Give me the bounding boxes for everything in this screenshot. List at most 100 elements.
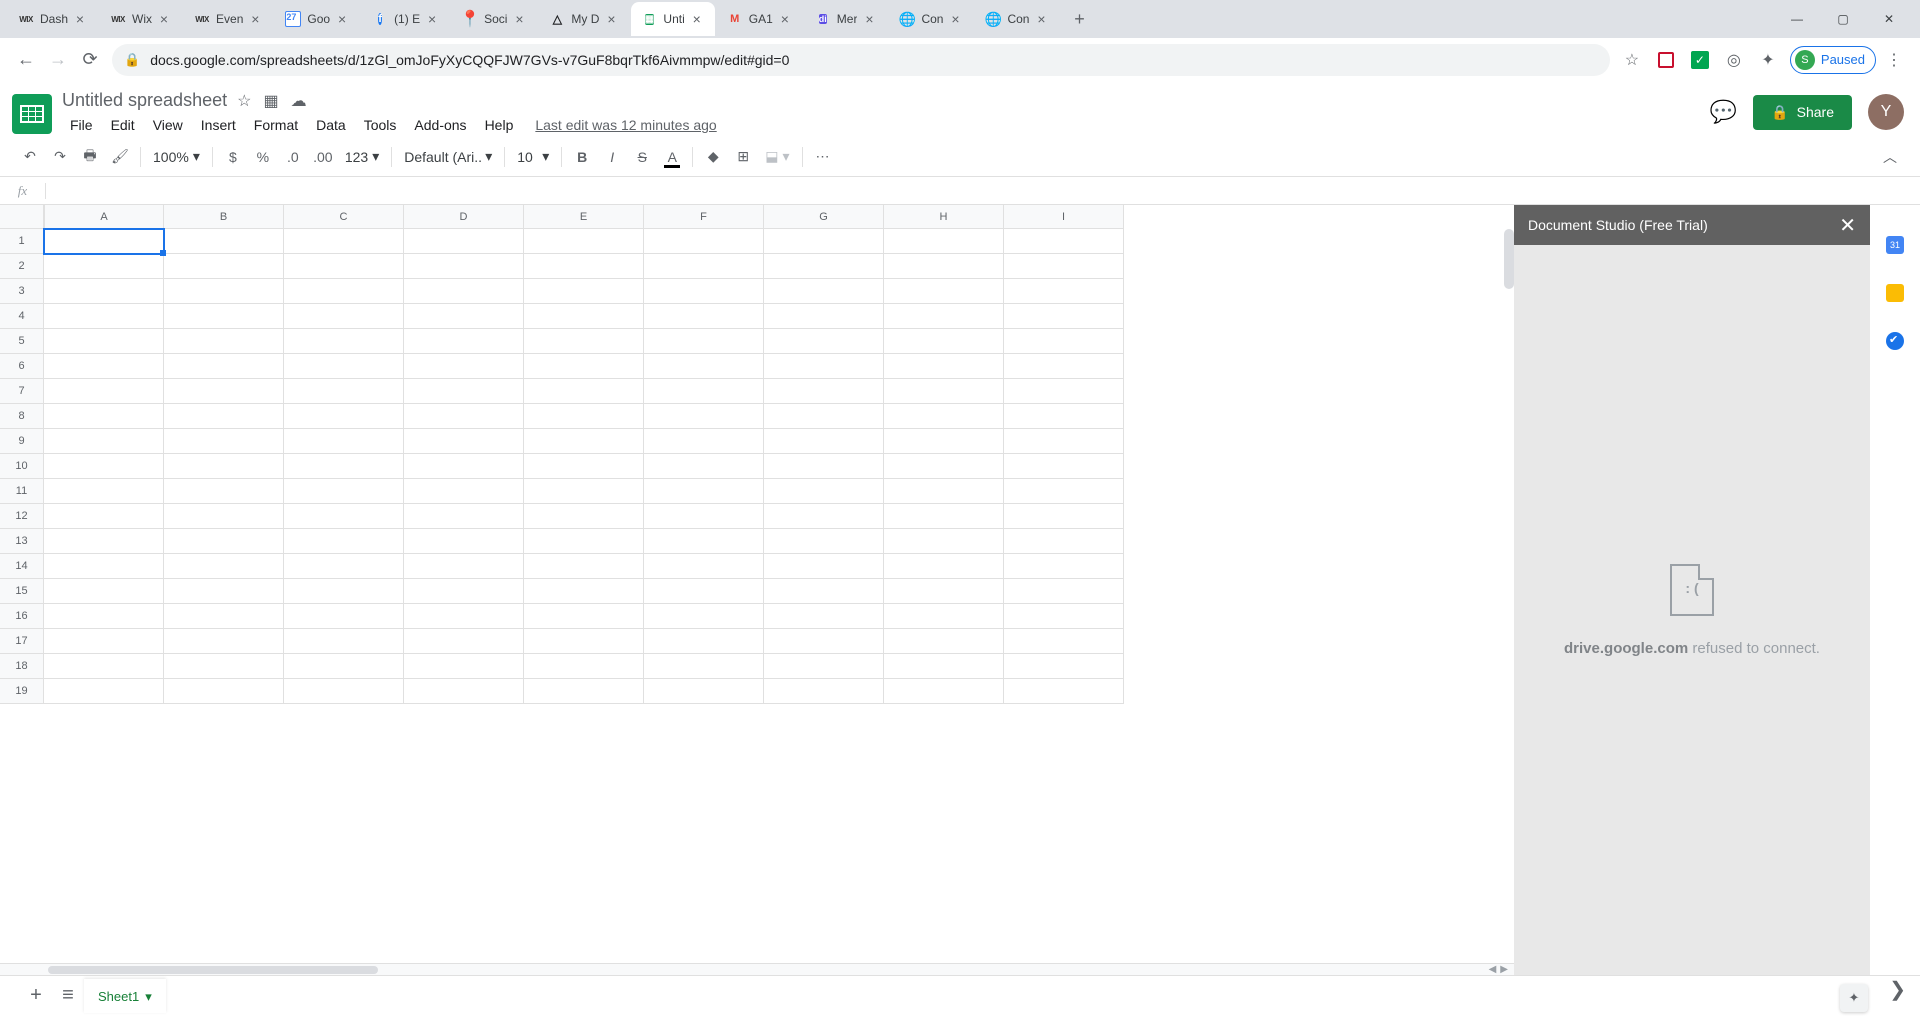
- cell[interactable]: [404, 579, 524, 604]
- collapse-toolbar-button[interactable]: ︿: [1876, 143, 1904, 171]
- cell[interactable]: [764, 429, 884, 454]
- cell[interactable]: [644, 279, 764, 304]
- cell[interactable]: [284, 554, 404, 579]
- borders-button[interactable]: ⊞: [729, 143, 757, 171]
- cell[interactable]: [764, 404, 884, 429]
- close-tab-icon[interactable]: ×: [689, 11, 705, 27]
- row-header[interactable]: 16: [0, 604, 44, 629]
- new-tab-button[interactable]: +: [1065, 5, 1093, 33]
- cell[interactable]: [884, 354, 1004, 379]
- cell[interactable]: [1004, 229, 1124, 254]
- cell[interactable]: [1004, 579, 1124, 604]
- formula-input[interactable]: [46, 183, 1920, 198]
- reload-button[interactable]: ⟳: [74, 44, 106, 76]
- cell[interactable]: [44, 679, 164, 704]
- cell[interactable]: [644, 629, 764, 654]
- menu-data[interactable]: Data: [308, 113, 354, 137]
- cell[interactable]: [44, 554, 164, 579]
- zoom-dropdown[interactable]: 100%▾: [147, 148, 206, 165]
- cell[interactable]: [44, 379, 164, 404]
- undo-button[interactable]: ↶: [16, 143, 44, 171]
- cell[interactable]: [284, 329, 404, 354]
- cell[interactable]: [644, 354, 764, 379]
- cell[interactable]: [164, 229, 284, 254]
- extension-circle-icon[interactable]: ◎: [1718, 44, 1750, 76]
- close-tab-icon[interactable]: ×: [424, 11, 440, 27]
- redo-button[interactable]: ↷: [46, 143, 74, 171]
- cell[interactable]: [404, 379, 524, 404]
- cell[interactable]: [524, 454, 644, 479]
- row-header[interactable]: 15: [0, 579, 44, 604]
- cell[interactable]: [284, 654, 404, 679]
- cell[interactable]: [164, 354, 284, 379]
- cell[interactable]: [404, 529, 524, 554]
- cell[interactable]: [44, 404, 164, 429]
- cell[interactable]: [284, 279, 404, 304]
- cell[interactable]: [404, 679, 524, 704]
- cell[interactable]: [644, 579, 764, 604]
- cell[interactable]: [404, 304, 524, 329]
- cell[interactable]: [1004, 629, 1124, 654]
- cell[interactable]: [44, 279, 164, 304]
- cell[interactable]: [164, 454, 284, 479]
- column-header[interactable]: A: [44, 205, 164, 229]
- cell[interactable]: [524, 379, 644, 404]
- cell[interactable]: [524, 429, 644, 454]
- last-edit-link[interactable]: Last edit was 12 minutes ago: [535, 117, 716, 133]
- cell[interactable]: [764, 629, 884, 654]
- menu-edit[interactable]: Edit: [103, 113, 143, 137]
- sheet-tab[interactable]: Sheet1 ▾: [84, 979, 166, 1013]
- cell[interactable]: [284, 354, 404, 379]
- close-tab-icon[interactable]: ×: [1033, 11, 1049, 27]
- fill-color-button[interactable]: ◆: [699, 143, 727, 171]
- cell[interactable]: [1004, 254, 1124, 279]
- calendar-icon[interactable]: 31: [1885, 235, 1905, 255]
- menu-help[interactable]: Help: [477, 113, 522, 137]
- address-bar[interactable]: 🔒 docs.google.com/spreadsheets/d/1zGl_om…: [112, 44, 1610, 76]
- cell[interactable]: [884, 304, 1004, 329]
- cell[interactable]: [764, 229, 884, 254]
- row-header[interactable]: 9: [0, 429, 44, 454]
- close-tab-icon[interactable]: ×: [156, 11, 172, 27]
- cell[interactable]: [404, 629, 524, 654]
- cell[interactable]: [44, 529, 164, 554]
- bold-button[interactable]: B: [568, 143, 596, 171]
- cell[interactable]: [884, 454, 1004, 479]
- row-header[interactable]: 19: [0, 679, 44, 704]
- cell[interactable]: [524, 279, 644, 304]
- text-color-button[interactable]: A: [658, 143, 686, 171]
- explore-button[interactable]: ✦: [1840, 984, 1868, 1012]
- column-header[interactable]: F: [644, 205, 764, 229]
- cell[interactable]: [524, 604, 644, 629]
- increase-decimal-button[interactable]: .00: [309, 143, 337, 171]
- cell[interactable]: [404, 554, 524, 579]
- cell[interactable]: [764, 604, 884, 629]
- cell[interactable]: [524, 229, 644, 254]
- cell[interactable]: [1004, 554, 1124, 579]
- row-header[interactable]: 4: [0, 304, 44, 329]
- cell[interactable]: [284, 579, 404, 604]
- cell[interactable]: [644, 404, 764, 429]
- cell[interactable]: [1004, 529, 1124, 554]
- maximize-window-button[interactable]: ▢: [1820, 3, 1866, 35]
- font-dropdown[interactable]: Default (Ari...▾: [398, 148, 498, 165]
- cell[interactable]: [764, 329, 884, 354]
- cell[interactable]: [284, 229, 404, 254]
- close-window-button[interactable]: ✕: [1866, 3, 1912, 35]
- cell[interactable]: [1004, 279, 1124, 304]
- menu-insert[interactable]: Insert: [193, 113, 244, 137]
- close-tab-icon[interactable]: ×: [72, 11, 88, 27]
- cell[interactable]: [44, 579, 164, 604]
- menu-file[interactable]: File: [62, 113, 101, 137]
- browser-tab[interactable]: △ My D ×: [539, 2, 629, 36]
- horizontal-scrollbar-track[interactable]: ◀▶: [0, 963, 1514, 975]
- close-tab-icon[interactable]: ×: [247, 11, 263, 27]
- cell[interactable]: [1004, 679, 1124, 704]
- cell[interactable]: [1004, 504, 1124, 529]
- cell[interactable]: [524, 479, 644, 504]
- cell[interactable]: [284, 529, 404, 554]
- cell[interactable]: [44, 479, 164, 504]
- spreadsheet-grid[interactable]: ABCDEFGHI 12345678910111213141516171819 …: [0, 205, 1514, 975]
- browser-tab[interactable]: WIX Even ×: [184, 2, 273, 36]
- cell[interactable]: [164, 429, 284, 454]
